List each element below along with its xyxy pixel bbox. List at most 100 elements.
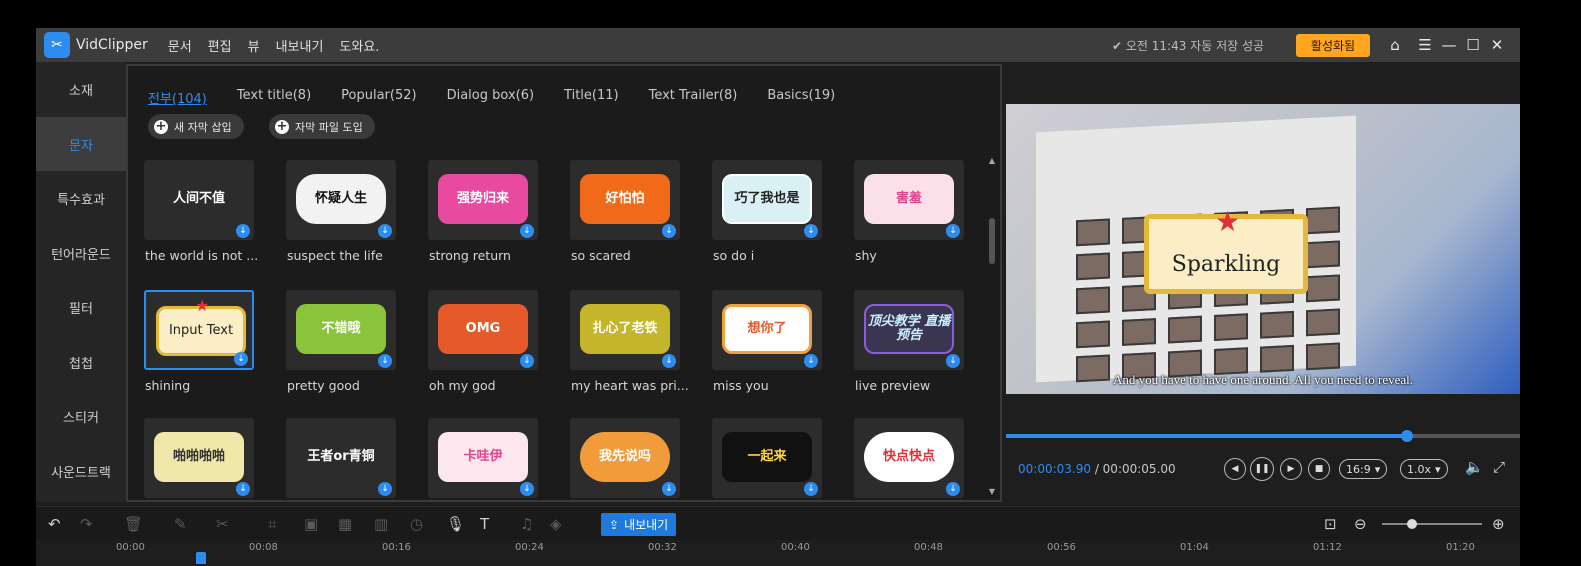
download-icon[interactable]: ↓ bbox=[236, 482, 250, 496]
delete-icon[interactable]: 🗑 bbox=[124, 515, 143, 533]
undo-icon[interactable]: ↶ bbox=[48, 515, 61, 533]
activate-button[interactable]: 활성화됨 bbox=[1296, 34, 1370, 57]
sidebar-item-soundtrack[interactable]: 사운드트랙 bbox=[36, 444, 126, 498]
home-icon[interactable]: ⌂ bbox=[1384, 34, 1406, 56]
maximize-icon[interactable]: ☐ bbox=[1462, 34, 1484, 56]
template-tile[interactable]: 快点快点 ↓ bbox=[854, 418, 964, 498]
volume-icon[interactable]: 🔈 bbox=[1465, 458, 1484, 476]
menu-export[interactable]: 내보내기 bbox=[276, 36, 324, 55]
sidebar-item-transitions[interactable]: 턴어라운드 bbox=[36, 226, 126, 280]
download-icon[interactable]: ↓ bbox=[520, 224, 534, 238]
playhead[interactable] bbox=[196, 552, 206, 564]
microphone-icon[interactable]: 🎙 bbox=[446, 515, 465, 533]
download-icon[interactable]: ↓ bbox=[946, 354, 960, 368]
template-tile[interactable]: OMG ↓ bbox=[428, 290, 538, 370]
timeline-ruler[interactable]: 00:00 00:08 00:16 00:24 00:32 00:40 00:48 00:56… bbox=[36, 540, 1520, 566]
keyframe-icon[interactable]: ◈ bbox=[550, 515, 562, 533]
menu-help[interactable]: 도와요. bbox=[339, 36, 379, 55]
playback-progress-bar[interactable] bbox=[1006, 430, 1520, 442]
menu-file[interactable]: 문서 bbox=[168, 36, 192, 55]
edit-icon[interactable]: ✎ bbox=[174, 515, 187, 533]
sidebar-item-overlay[interactable]: 첩첩 bbox=[36, 335, 126, 389]
close-icon[interactable]: ✕ bbox=[1486, 34, 1508, 56]
audio-level-icon[interactable]: ▥ bbox=[374, 515, 388, 533]
fullscreen-icon[interactable]: ⤢ bbox=[1493, 458, 1505, 476]
next-frame-icon[interactable]: ▶ bbox=[1280, 458, 1302, 480]
download-icon[interactable]: ↓ bbox=[520, 354, 534, 368]
scroll-up-icon[interactable]: ▲ bbox=[988, 156, 996, 165]
menu-edit[interactable]: 편집 bbox=[208, 36, 232, 55]
template-tile[interactable]: 扎心了老铁 ↓ bbox=[570, 290, 680, 370]
previous-frame-icon[interactable]: ◀ bbox=[1224, 458, 1246, 480]
template-tile[interactable]: 不错哦 ↓ bbox=[286, 290, 396, 370]
template-tile[interactable]: 想你了 ↓ bbox=[712, 290, 822, 370]
sidebar-item-filters[interactable]: 필터 bbox=[36, 280, 126, 334]
download-icon[interactable]: ↓ bbox=[378, 482, 392, 496]
mosaic-icon[interactable]: ▦ bbox=[338, 515, 352, 533]
template-tile[interactable]: 啪啪啪啪 ↓ bbox=[144, 418, 254, 498]
tab-dialog-box[interactable]: Dialog box(6) bbox=[447, 88, 534, 107]
download-icon[interactable]: ↓ bbox=[520, 482, 534, 496]
panel-scrollbar[interactable]: ▲ ▼ bbox=[988, 156, 996, 496]
sidebar-item-text[interactable]: 문자 bbox=[36, 117, 126, 171]
sparkling-title-overlay[interactable]: ★ Sparkling bbox=[1144, 205, 1308, 294]
freeze-frame-icon[interactable]: ▣ bbox=[304, 515, 318, 533]
insert-subtitle-button[interactable]: + 새 자막 삽입 bbox=[148, 114, 244, 139]
video-preview[interactable]: ★ Sparkling And you have to have one aro… bbox=[1006, 104, 1520, 394]
fit-timeline-icon[interactable]: ⊡ bbox=[1324, 515, 1337, 533]
speed-select[interactable]: 1.0x ▾ bbox=[1400, 459, 1448, 479]
timeline-zoom-slider[interactable] bbox=[1382, 519, 1482, 529]
download-icon[interactable]: ↓ bbox=[378, 224, 392, 238]
template-tile[interactable]: Input Text ★ ↓ bbox=[144, 290, 254, 370]
tab-all[interactable]: 전부(104) bbox=[148, 88, 207, 107]
import-subtitle-button[interactable]: + 자막 파일 도입 bbox=[269, 114, 375, 139]
zoom-in-icon[interactable]: ⊕ bbox=[1492, 515, 1505, 533]
tab-title[interactable]: Title(11) bbox=[564, 88, 619, 107]
zoom-handle[interactable] bbox=[1407, 519, 1417, 529]
scroll-thumb[interactable] bbox=[989, 218, 995, 264]
crop-icon[interactable]: ⌗ bbox=[268, 515, 276, 533]
tab-popular[interactable]: Popular(52) bbox=[341, 88, 416, 107]
voice-change-icon[interactable]: ♫ bbox=[520, 515, 533, 533]
template-tile[interactable]: 一起来 ↓ bbox=[712, 418, 822, 498]
tab-text-trailer[interactable]: Text Trailer(8) bbox=[649, 88, 738, 107]
download-icon[interactable]: ↓ bbox=[378, 354, 392, 368]
redo-icon[interactable]: ↷ bbox=[80, 515, 93, 533]
text-to-speech-icon[interactable]: T bbox=[480, 515, 489, 533]
tab-text-title[interactable]: Text title(8) bbox=[237, 88, 311, 107]
template-tile[interactable]: 好怕怕 ↓ bbox=[570, 160, 680, 240]
tab-basics[interactable]: Basics(19) bbox=[767, 88, 835, 107]
menu-icon[interactable]: ☰ bbox=[1414, 34, 1436, 56]
zoom-out-icon[interactable]: ⊖ bbox=[1354, 515, 1367, 533]
template-tile[interactable]: 巧了我也是 ↓ bbox=[712, 160, 822, 240]
scroll-down-icon[interactable]: ▼ bbox=[988, 487, 996, 496]
sidebar-item-effects[interactable]: 특수효과 bbox=[36, 171, 126, 225]
download-icon[interactable]: ↓ bbox=[662, 482, 676, 496]
template-tile[interactable]: 人间不值 ↓ bbox=[144, 160, 254, 240]
download-icon[interactable]: ↓ bbox=[946, 482, 960, 496]
download-icon[interactable]: ↓ bbox=[804, 224, 818, 238]
download-icon[interactable]: ↓ bbox=[946, 224, 960, 238]
pause-icon[interactable]: ❚❚ bbox=[1250, 457, 1274, 481]
download-icon[interactable]: ↓ bbox=[804, 482, 818, 496]
menu-view[interactable]: 뷰 bbox=[248, 36, 260, 55]
template-tile[interactable]: 卡哇伊 ↓ bbox=[428, 418, 538, 498]
stop-icon[interactable]: ■ bbox=[1308, 458, 1330, 480]
duration-icon[interactable]: ◷ bbox=[410, 515, 423, 533]
aspect-ratio-select[interactable]: 16:9 ▾ bbox=[1339, 459, 1388, 479]
download-icon[interactable]: ↓ bbox=[662, 224, 676, 238]
template-tile[interactable]: 害羞 ↓ bbox=[854, 160, 964, 240]
sidebar-item-media[interactable]: 소재 bbox=[36, 62, 126, 116]
download-icon[interactable]: ↓ bbox=[236, 224, 250, 238]
download-icon[interactable]: ↓ bbox=[662, 354, 676, 368]
export-button[interactable]: ⇪ 내보내기 bbox=[601, 513, 677, 536]
template-tile[interactable]: 顶尖教学 直播预告 ↓ bbox=[854, 290, 964, 370]
template-tile[interactable]: 强势归来 ↓ bbox=[428, 160, 538, 240]
download-icon[interactable]: ↓ bbox=[804, 354, 818, 368]
template-tile[interactable]: 怀疑人生 ↓ bbox=[286, 160, 396, 240]
sidebar-item-stickers[interactable]: 스티커 bbox=[36, 389, 126, 443]
template-tile[interactable]: 王者or青铜 ↓ bbox=[286, 418, 396, 498]
download-icon[interactable]: ↓ bbox=[234, 352, 248, 366]
progress-handle[interactable] bbox=[1400, 430, 1413, 442]
minimize-icon[interactable]: — bbox=[1438, 34, 1460, 56]
